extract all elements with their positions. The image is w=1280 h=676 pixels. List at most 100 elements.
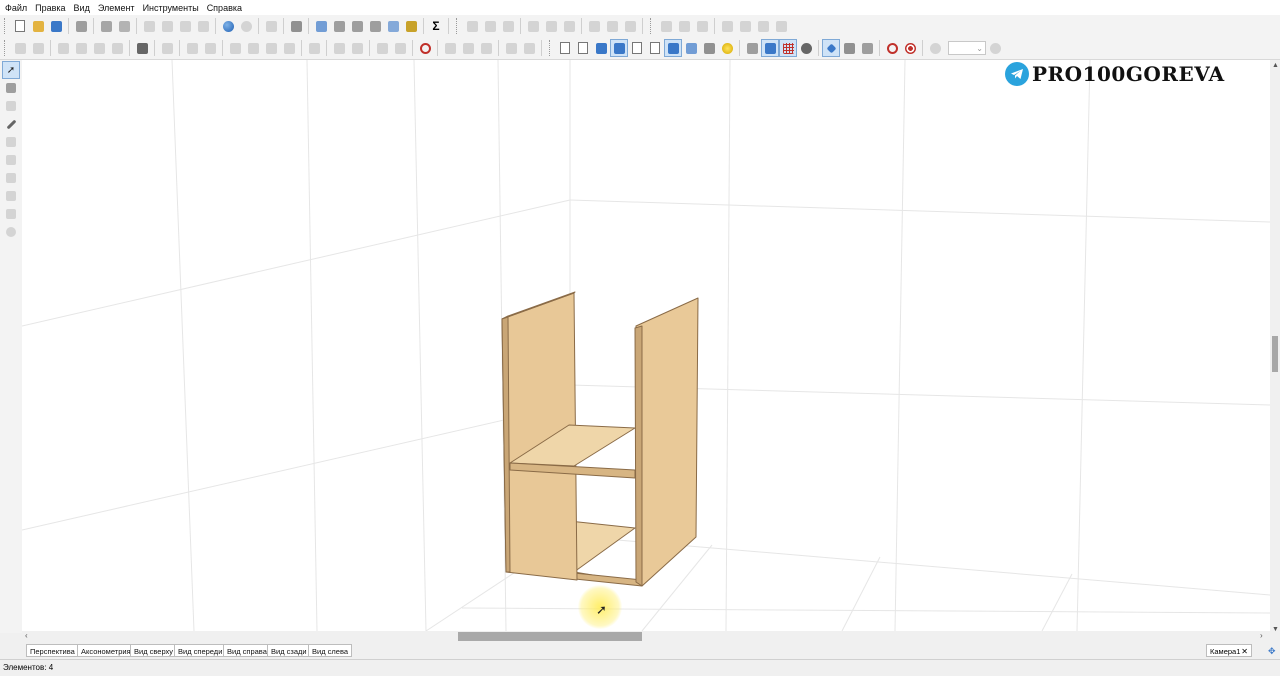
flip-button[interactable] (202, 40, 218, 56)
stop-button[interactable] (417, 40, 433, 56)
tab-axonometry[interactable]: Аксонометрия (77, 644, 135, 657)
tab-back-view[interactable]: Вид сзади (267, 644, 311, 657)
objects-button[interactable] (331, 18, 347, 34)
align-top-button[interactable] (525, 18, 541, 34)
measure-v-button[interactable] (460, 40, 476, 56)
sum-button[interactable]: Σ (428, 18, 444, 34)
tab-camera1[interactable]: Камера1 ✕ (1206, 644, 1252, 657)
scroll-left-icon[interactable]: ‹ (25, 631, 28, 640)
report-button[interactable] (367, 18, 383, 34)
distribute-d-button[interactable] (694, 18, 710, 34)
edges-button[interactable] (306, 40, 322, 56)
mirror-button[interactable] (184, 40, 200, 56)
eyedropper-button[interactable] (3, 116, 19, 132)
align-right-button[interactable] (500, 18, 516, 34)
view-box3-button[interactable] (664, 39, 682, 57)
paste-button[interactable] (177, 18, 193, 34)
multi-select-button[interactable] (3, 80, 19, 96)
import-button[interactable] (73, 18, 89, 34)
scale-button[interactable] (263, 40, 279, 56)
measure-d-button[interactable] (478, 40, 494, 56)
align-center-button[interactable] (482, 18, 498, 34)
size-w-button[interactable] (719, 18, 735, 34)
tool-disabled-3[interactable] (3, 152, 19, 168)
sound-button[interactable] (841, 40, 857, 56)
properties-button[interactable] (263, 18, 279, 34)
new-file-button[interactable] (12, 18, 28, 34)
pin-icon[interactable]: ✥ (1268, 646, 1276, 657)
scroll-right-icon[interactable]: › (1260, 631, 1263, 640)
size-h-button[interactable] (737, 18, 753, 34)
zoom-button[interactable] (927, 40, 943, 56)
open-file-button[interactable] (30, 18, 46, 34)
size-all-button[interactable] (773, 18, 789, 34)
toolbar-grip[interactable] (456, 18, 460, 34)
tab-perspective[interactable]: Перспектива (26, 644, 79, 657)
catalog-button[interactable] (313, 18, 329, 34)
panel-button[interactable] (288, 18, 304, 34)
print-button[interactable] (98, 18, 114, 34)
rotate-button[interactable] (227, 40, 243, 56)
tool-disabled-1[interactable] (3, 98, 19, 114)
zoom-select[interactable]: ⌄ (948, 41, 986, 55)
align-back-button[interactable] (622, 18, 638, 34)
target-button[interactable] (902, 40, 918, 56)
material-button[interactable] (238, 18, 254, 34)
view-box1-button[interactable] (629, 40, 645, 56)
move-button[interactable] (245, 40, 261, 56)
menu-file[interactable]: Файл (0, 3, 31, 13)
align-bottom-button[interactable] (561, 18, 577, 34)
toolbar-grip[interactable] (650, 18, 654, 34)
tool-disabled-6[interactable] (3, 206, 19, 222)
vertical-scroll-thumb[interactable] (1272, 336, 1278, 372)
cutting-button[interactable] (403, 18, 419, 34)
scroll-down-icon[interactable]: ▼ (1272, 626, 1279, 633)
cabinet-model[interactable] (501, 291, 699, 587)
horizontal-scroll-thumb[interactable] (458, 632, 642, 641)
dimensions-button[interactable] (744, 40, 760, 56)
menu-element[interactable]: Элемент (94, 3, 139, 13)
library-button[interactable] (220, 18, 236, 34)
view-textured-button[interactable] (610, 39, 628, 57)
magnet-button[interactable] (884, 40, 900, 56)
tool-disabled-4[interactable] (3, 170, 19, 186)
print-preview-button[interactable] (116, 18, 132, 34)
view-shaded-button[interactable] (593, 40, 609, 56)
distribute-v-button[interactable] (676, 18, 692, 34)
ungroup-button[interactable] (73, 40, 89, 56)
zoom-fit-button[interactable] (987, 40, 1003, 56)
hide-button[interactable] (374, 40, 390, 56)
snap-button[interactable] (159, 40, 175, 56)
bulb-button[interactable] (719, 40, 735, 56)
show-grid-button[interactable] (779, 39, 797, 57)
toolbar-grip[interactable] (4, 18, 8, 34)
label-button[interactable] (503, 40, 519, 56)
show-button[interactable] (392, 40, 408, 56)
stretch-button[interactable] (281, 40, 297, 56)
light-button[interactable] (683, 40, 699, 56)
tab-top-view[interactable]: Вид сверху (130, 644, 178, 657)
toolbar-grip[interactable] (4, 40, 8, 56)
joint-button[interactable] (91, 40, 107, 56)
arrow-button[interactable] (521, 40, 537, 56)
tab-front-view[interactable]: Вид спереди (174, 644, 227, 657)
delete-button[interactable] (195, 18, 211, 34)
measure-h-button[interactable] (442, 40, 458, 56)
align-front-button[interactable] (586, 18, 602, 34)
tool-disabled-5[interactable] (3, 188, 19, 204)
copy-button[interactable] (159, 18, 175, 34)
redo-button[interactable] (30, 40, 46, 56)
menu-edit[interactable]: Правка (31, 3, 69, 13)
grid-button[interactable] (134, 40, 150, 56)
save-button[interactable] (48, 18, 64, 34)
horizontal-scrollbar[interactable]: ‹ › (22, 631, 1270, 642)
align-left-button[interactable] (464, 18, 480, 34)
tab-left-view[interactable]: Вид слева (308, 644, 353, 657)
cut-shape-button[interactable] (349, 40, 365, 56)
toolbar-grip[interactable] (549, 40, 553, 56)
view-wire-button[interactable] (557, 40, 573, 56)
size-d-button[interactable] (755, 18, 771, 34)
group-button[interactable] (55, 40, 71, 56)
scroll-up-icon[interactable]: ▲ (1272, 62, 1279, 69)
tool-disabled-2[interactable] (3, 134, 19, 150)
